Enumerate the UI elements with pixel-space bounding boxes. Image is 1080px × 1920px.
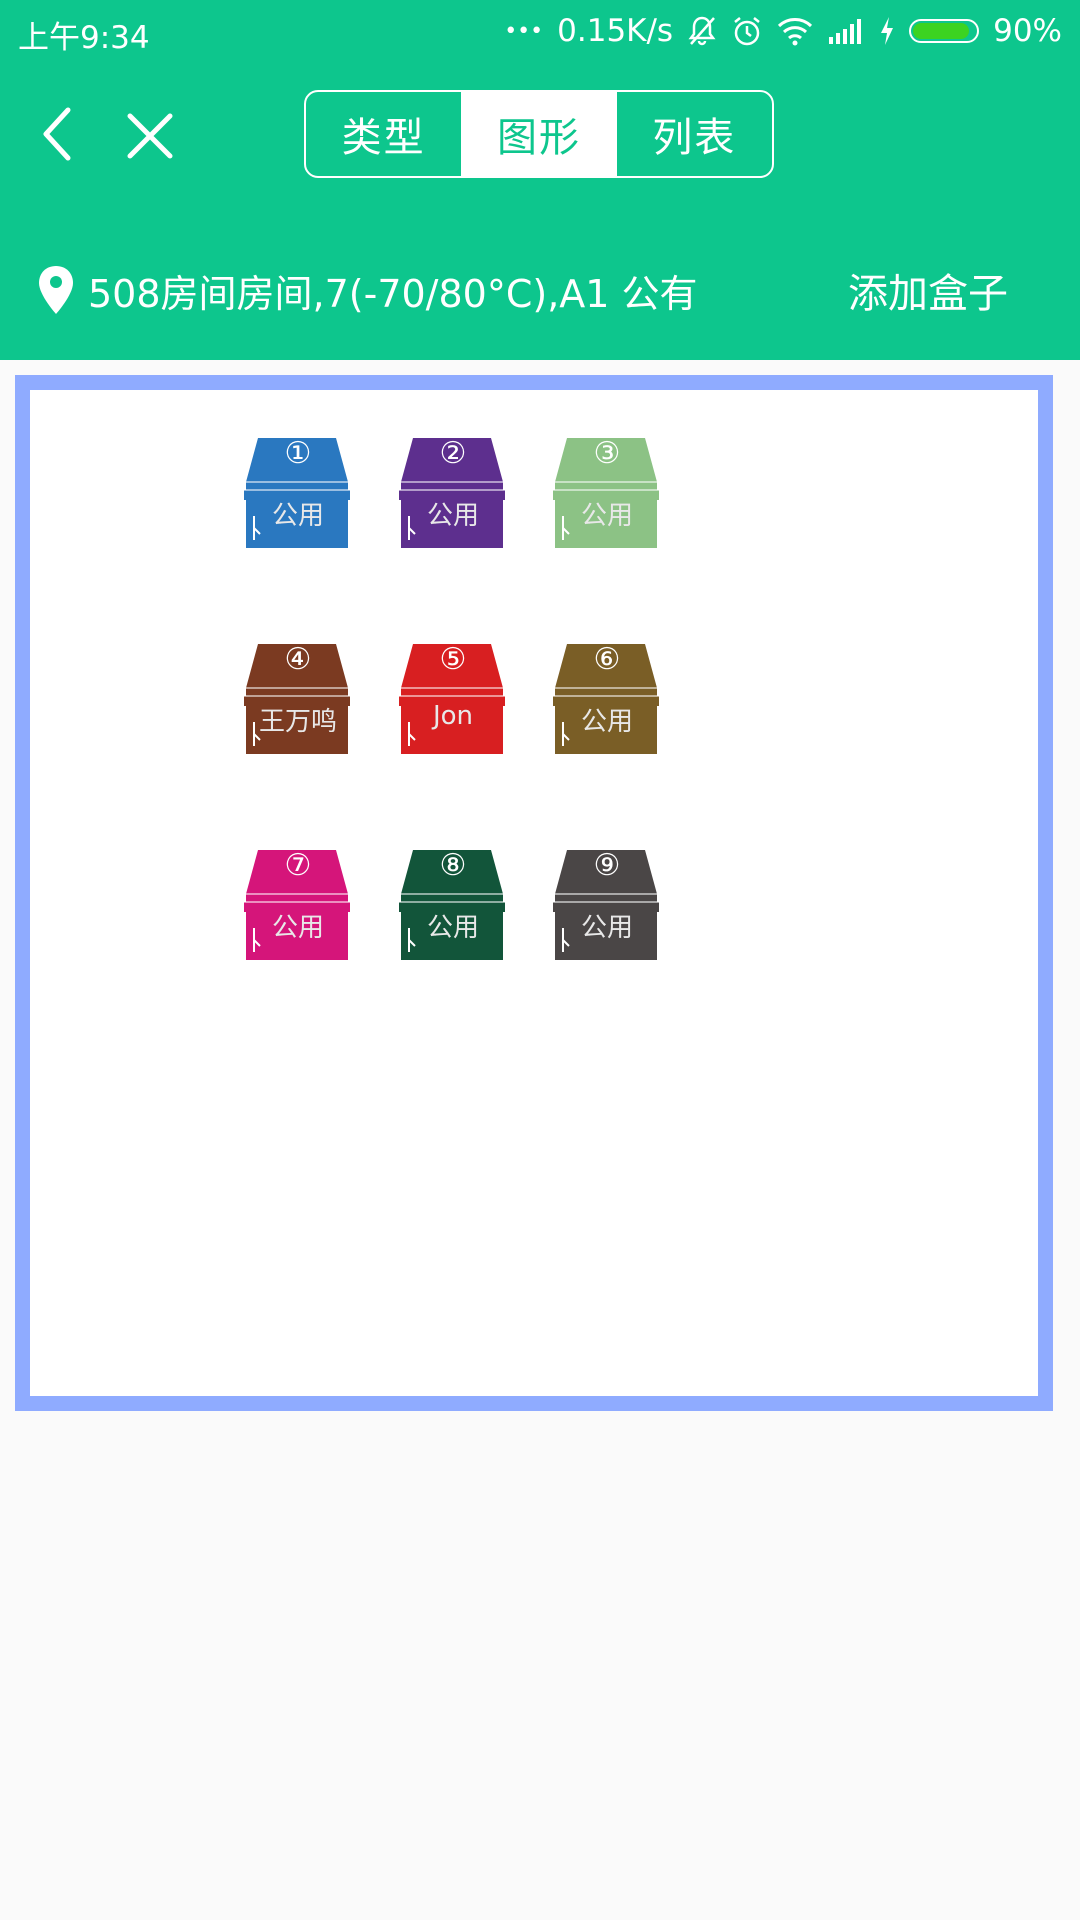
box-number: ③	[593, 436, 621, 471]
box-item[interactable]: ⑨ 公用	[551, 848, 663, 960]
location-row: 508房间房间,7(-70/80°C),A1 公有 添加盒子	[36, 260, 1044, 320]
box-owner: 公用	[426, 501, 479, 531]
box-number: ⑥	[593, 642, 621, 677]
alarm-clock-icon	[731, 15, 763, 47]
box-number: ①	[284, 436, 312, 471]
box-number: ④	[284, 642, 312, 677]
view-mode-tabs: 类型 图形 列表	[304, 90, 774, 178]
more-dots-icon: •••	[504, 18, 544, 44]
back-button[interactable]	[36, 104, 80, 164]
status-bar: 上午9:34 ••• 0.15K/s 90%	[0, 0, 1080, 62]
network-speed: 0.15K/s	[557, 13, 674, 49]
status-icons: ••• 0.15K/s 90%	[504, 10, 1062, 52]
box-owner: 公用	[271, 913, 324, 943]
box-owner: 公用	[580, 913, 633, 943]
box-item[interactable]: ⑦ 公用	[242, 848, 354, 960]
battery-fill	[913, 23, 969, 39]
tab-type[interactable]: 类型	[306, 92, 461, 176]
bell-off-icon	[687, 15, 717, 47]
box-number: ⑤	[439, 642, 467, 677]
add-box-button[interactable]: 添加盒子	[848, 261, 1008, 319]
toolbar: 类型 图形 列表 508房间房间,7(-70/80°C),A1 公有 添加盒子	[0, 62, 1080, 360]
box-item[interactable]: ③ 公用	[551, 436, 663, 548]
battery-percent: 90%	[993, 13, 1062, 49]
tab-list[interactable]: 列表	[617, 92, 772, 176]
box-number: ⑨	[593, 848, 621, 883]
box-item[interactable]: ④ 王万鸣	[242, 642, 354, 754]
box-owner: 公用	[426, 913, 479, 943]
box-item[interactable]: ⑧ 公用	[397, 848, 509, 960]
close-button[interactable]	[122, 108, 178, 164]
box-number: ⑧	[439, 848, 467, 883]
chevron-left-icon	[43, 107, 71, 161]
wifi-icon	[777, 16, 813, 46]
map-pin-icon	[39, 266, 73, 314]
charging-icon	[879, 16, 895, 46]
tab-graphic[interactable]: 图形	[461, 92, 617, 176]
box-owner: 公用	[271, 501, 324, 531]
box-owner: 公用	[580, 707, 633, 737]
battery-icon	[909, 19, 980, 43]
box-number: ②	[439, 436, 467, 471]
status-time: 上午9:34	[18, 20, 150, 56]
box-owner: Jon	[432, 701, 474, 731]
box-number: ⑦	[284, 848, 312, 883]
box-owner: 王万鸣	[258, 707, 337, 737]
box-item[interactable]: ⑤ Jon	[397, 642, 509, 754]
box-grid-panel: ① 公用 ② 公用 ③ 公用 ④ 王万鸣 ⑤ Jon ⑥ 公用 ⑦ 公用 ⑧ 公…	[15, 375, 1053, 1411]
signal-icon	[827, 17, 865, 45]
box-owner: 公用	[580, 501, 633, 531]
box-item[interactable]: ① 公用	[242, 436, 354, 548]
location-text: 508房间房间,7(-70/80°C),A1 公有	[88, 271, 698, 316]
box-item[interactable]: ② 公用	[397, 436, 509, 548]
close-icon	[127, 113, 173, 159]
box-item[interactable]: ⑥ 公用	[551, 642, 663, 754]
